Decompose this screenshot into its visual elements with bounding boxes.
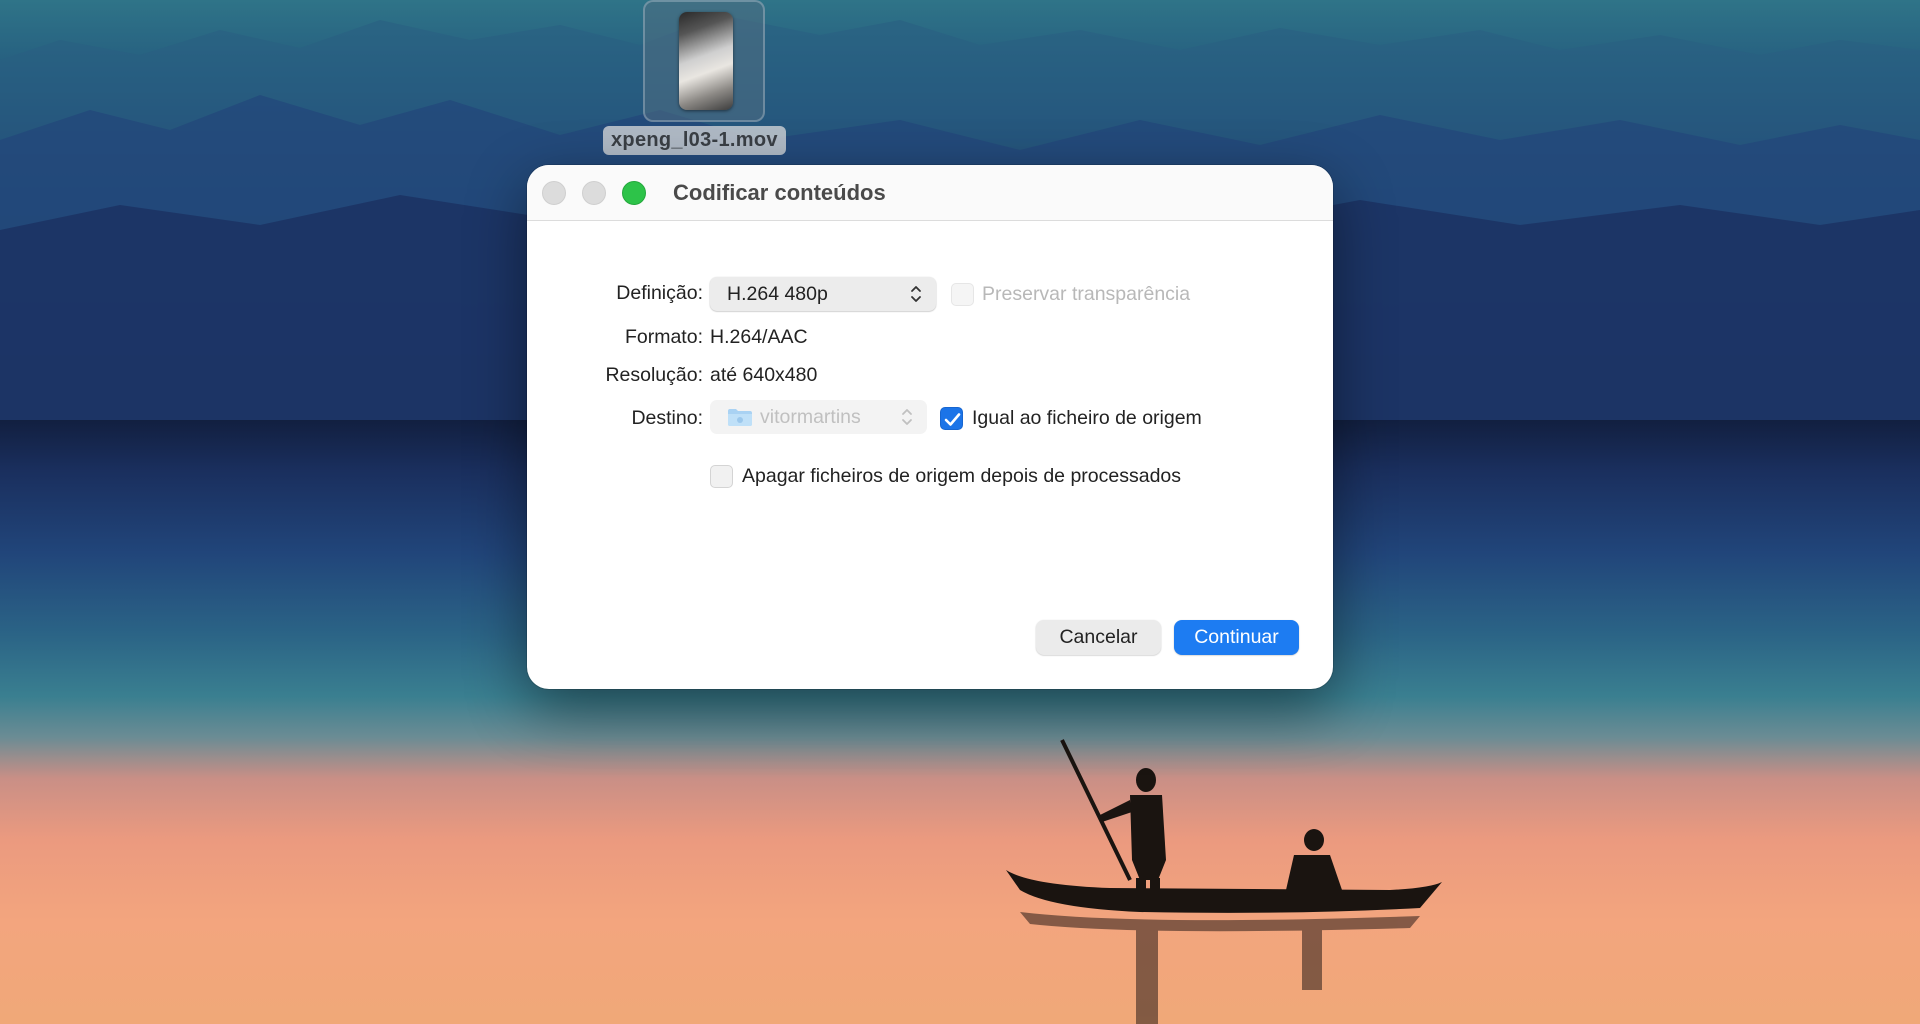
- resolution-value: até 640x480: [710, 364, 818, 386]
- video-thumbnail: [679, 12, 733, 110]
- delete-sources-label: Apagar ficheiros de origem depois de pro…: [742, 465, 1182, 487]
- same-as-source-label: Igual ao ficheiro de origem: [972, 407, 1202, 429]
- close-button[interactable]: [542, 181, 566, 205]
- resolution-label: Resolução:: [605, 364, 703, 386]
- file-name-label[interactable]: xpeng_l03-1.mov: [603, 126, 786, 155]
- destination-selected-value: vitormartins: [760, 406, 861, 428]
- delete-sources-checkbox[interactable]: [710, 465, 733, 488]
- same-as-source-checkbox[interactable]: [940, 407, 963, 430]
- dialog-title: Codificar conteúdos: [673, 180, 886, 205]
- movie-file-icon[interactable]: [643, 0, 765, 122]
- continue-button[interactable]: Continuar: [1174, 620, 1299, 655]
- format-label: Formato:: [624, 326, 703, 348]
- definition-selected-value: H.264 480p: [727, 283, 828, 305]
- cancel-button[interactable]: Cancelar: [1036, 620, 1161, 655]
- encode-dialog: Codificar conteúdos Definição: H.264 480…: [527, 165, 1333, 689]
- checkmark-icon: [944, 413, 961, 426]
- destination-label: Destino:: [631, 407, 703, 429]
- desktop-background: xpeng_l03-1.mov Codificar conteúdos Defi…: [0, 0, 1920, 1024]
- up-down-chevron-icon: [902, 409, 912, 425]
- dialog-titlebar: Codificar conteúdos: [527, 165, 1333, 221]
- definition-label: Definição:: [616, 282, 703, 304]
- minimize-button[interactable]: [582, 181, 606, 205]
- zoom-button[interactable]: [622, 181, 646, 205]
- destination-select[interactable]: vitormartins: [710, 400, 927, 434]
- format-value: H.264/AAC: [710, 326, 808, 348]
- preserve-transparency-checkbox[interactable]: [951, 283, 974, 306]
- boat-silhouette-image: [1006, 739, 1442, 1024]
- definition-select[interactable]: H.264 480p: [710, 277, 936, 311]
- up-down-chevron-icon: [911, 286, 921, 302]
- folder-icon: [728, 409, 752, 426]
- preserve-transparency-label: Preservar transparência: [982, 283, 1191, 305]
